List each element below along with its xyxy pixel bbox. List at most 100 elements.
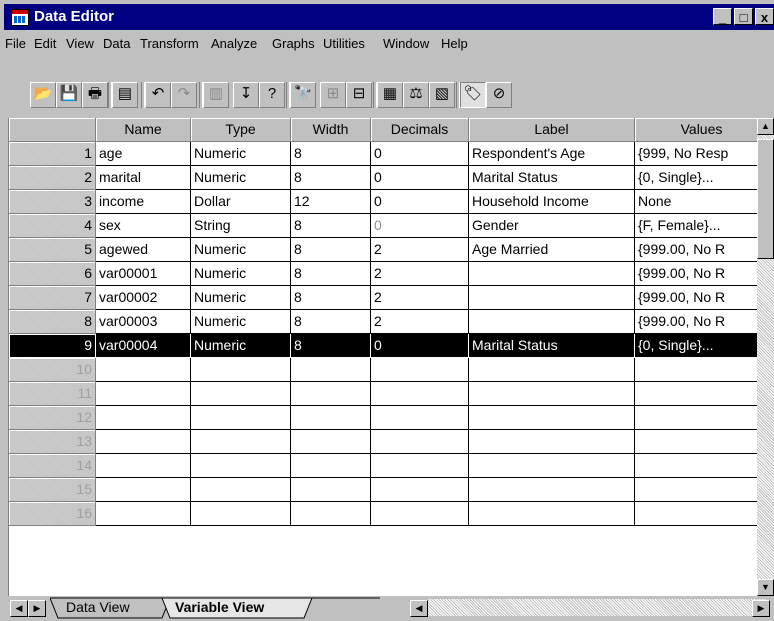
cell-empty[interactable] (469, 358, 635, 382)
cell-label[interactable] (469, 286, 635, 310)
cell-label[interactable]: Marital Status (469, 334, 635, 358)
row-number[interactable]: 2 (9, 166, 96, 190)
cell-empty[interactable] (96, 454, 191, 478)
cell-name[interactable]: var00003 (96, 310, 191, 334)
select-cases-icon[interactable]: ▧ (429, 82, 455, 108)
cell-empty[interactable] (635, 502, 769, 526)
print-icon[interactable]: 🖶 (82, 82, 108, 108)
scroll-up-button[interactable]: ▲ (757, 118, 774, 135)
cell-type[interactable]: Numeric (191, 334, 291, 358)
find-icon[interactable]: 🔭 (290, 82, 316, 108)
dialog-recall-icon[interactable]: ▤ (112, 82, 138, 108)
open-file-icon[interactable]: 📂 (30, 82, 56, 108)
cell-empty[interactable] (291, 406, 371, 430)
goto-chart-icon[interactable]: ▥ (203, 82, 229, 108)
maximize-button[interactable]: □ (734, 8, 753, 25)
cell-values[interactable]: {999.00, No R (635, 262, 769, 286)
cell-decimals[interactable]: 0 (371, 334, 469, 358)
cell-empty[interactable] (371, 478, 469, 502)
cell-empty[interactable] (469, 478, 635, 502)
cell-values[interactable]: {F, Female}... (635, 214, 769, 238)
cell-type[interactable]: Numeric (191, 166, 291, 190)
cell-empty[interactable] (371, 358, 469, 382)
close-button[interactable]: x (755, 8, 774, 25)
cell-name[interactable]: var00004 (96, 334, 191, 358)
menu-analyze[interactable]: Analyze (211, 36, 257, 51)
cell-empty[interactable] (191, 502, 291, 526)
cell-empty[interactable] (469, 430, 635, 454)
cell-empty[interactable] (469, 454, 635, 478)
cell-empty[interactable] (96, 430, 191, 454)
cell-decimals[interactable]: 0 (371, 142, 469, 166)
spreadsheet-app-icon[interactable] (11, 9, 29, 26)
cell-width[interactable]: 8 (291, 334, 371, 358)
cell-values[interactable]: {999, No Resp (635, 142, 769, 166)
cell-empty[interactable] (371, 382, 469, 406)
column-header-values[interactable]: Values (635, 118, 769, 142)
cell-decimals[interactable]: 2 (371, 286, 469, 310)
menu-graphs[interactable]: Graphs (272, 36, 315, 51)
cell-decimals[interactable]: 2 (371, 238, 469, 262)
variables-icon[interactable]: ? (259, 82, 285, 108)
tab-data-view[interactable]: Data View (66, 599, 130, 615)
undo-icon[interactable]: ↶ (145, 82, 171, 108)
cell-label[interactable]: Respondent's Age (469, 142, 635, 166)
tab-scroll-left-button[interactable]: ◀ (10, 600, 28, 617)
cell-empty[interactable] (635, 382, 769, 406)
cell-values[interactable]: None (635, 190, 769, 214)
grid-corner[interactable] (9, 118, 96, 142)
horizontal-scroll-track[interactable] (428, 599, 766, 616)
cell-width[interactable]: 12 (291, 190, 371, 214)
cell-values[interactable]: {0, Single}... (635, 166, 769, 190)
cell-empty[interactable] (191, 406, 291, 430)
cell-empty[interactable] (291, 430, 371, 454)
cell-name[interactable]: var00002 (96, 286, 191, 310)
cell-empty[interactable] (191, 430, 291, 454)
cell-empty[interactable] (191, 454, 291, 478)
row-number[interactable]: 9 (9, 334, 96, 358)
row-number[interactable]: 11 (9, 382, 96, 406)
cell-width[interactable]: 8 (291, 214, 371, 238)
cell-empty[interactable] (469, 382, 635, 406)
cell-label[interactable]: Age Married (469, 238, 635, 262)
cell-empty[interactable] (371, 430, 469, 454)
cell-width[interactable]: 8 (291, 262, 371, 286)
cell-empty[interactable] (191, 358, 291, 382)
cell-values[interactable]: {0, Single}... (635, 334, 769, 358)
hscroll-right-button[interactable]: ▶ (752, 600, 770, 617)
cell-values[interactable]: {999.00, No R (635, 286, 769, 310)
cell-type[interactable]: Numeric (191, 142, 291, 166)
split-file-icon[interactable]: ▦ (377, 82, 403, 108)
row-number[interactable]: 16 (9, 502, 96, 526)
row-number[interactable]: 8 (9, 310, 96, 334)
cell-type[interactable]: String (191, 214, 291, 238)
cell-values[interactable]: {999.00, No R (635, 310, 769, 334)
cell-name[interactable]: age (96, 142, 191, 166)
cell-name[interactable]: var00001 (96, 262, 191, 286)
row-number[interactable]: 12 (9, 406, 96, 430)
value-labels-icon[interactable]: 🏷 (460, 82, 486, 108)
row-number[interactable]: 3 (9, 190, 96, 214)
menu-view[interactable]: View (66, 36, 94, 51)
cell-empty[interactable] (291, 358, 371, 382)
cell-width[interactable]: 8 (291, 286, 371, 310)
weight-cases-icon[interactable]: ⚖ (403, 82, 429, 108)
cell-width[interactable]: 8 (291, 238, 371, 262)
cell-empty[interactable] (96, 502, 191, 526)
redo-icon[interactable]: ↷ (171, 82, 197, 108)
menu-file[interactable]: File (5, 36, 26, 51)
cell-empty[interactable] (371, 502, 469, 526)
cell-empty[interactable] (469, 406, 635, 430)
use-sets-icon[interactable]: ⊘ (486, 82, 512, 108)
cell-empty[interactable] (291, 454, 371, 478)
cell-label[interactable]: Household Income (469, 190, 635, 214)
cell-empty[interactable] (469, 502, 635, 526)
cell-empty[interactable] (635, 358, 769, 382)
column-header-decimals[interactable]: Decimals (371, 118, 469, 142)
cell-name[interactable]: income (96, 190, 191, 214)
title-bar[interactable]: Data Editor _ □ x (4, 4, 774, 30)
cell-empty[interactable] (191, 478, 291, 502)
tab-scroll-right-button[interactable]: ▶ (28, 600, 46, 617)
cell-empty[interactable] (635, 454, 769, 478)
cell-label[interactable]: Gender (469, 214, 635, 238)
